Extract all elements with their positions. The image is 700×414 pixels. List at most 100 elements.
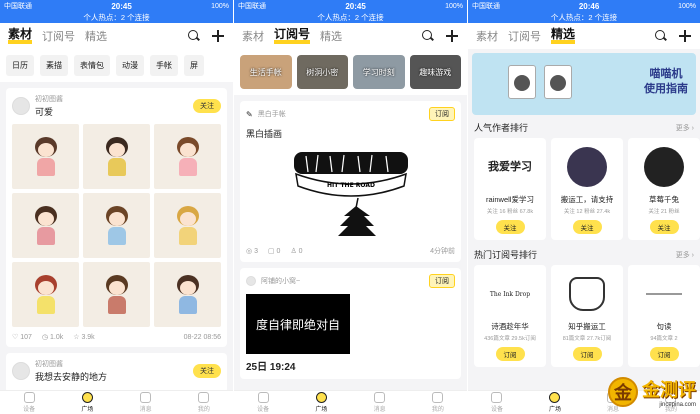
- article-title: 黑白插画: [246, 129, 283, 139]
- screen-subscriptions: 中国联通 20:45 100% 个人热点：2 个连接 素材 订阅号 精选 生活手…: [234, 0, 467, 414]
- collect-count[interactable]: ♙ 0: [290, 247, 302, 255]
- tab-material[interactable]: 素材: [242, 28, 264, 44]
- tab-square[interactable]: 广场: [81, 392, 93, 413]
- post-date: 08-22 08:56: [183, 333, 221, 341]
- subscriptions-list[interactable]: The Ink Drop 诗酒趁年华 436篇文章 29.5k订阅 订阅 知乎搬…: [468, 265, 700, 367]
- subscribe-button[interactable]: 订阅: [429, 107, 455, 121]
- coin-logo-icon: 金: [608, 377, 638, 407]
- follow-button[interactable]: 关注: [193, 364, 221, 378]
- plus-icon[interactable]: [678, 29, 692, 43]
- post-title: 可爱: [35, 107, 54, 117]
- chip-anime[interactable]: 动漫: [116, 55, 144, 76]
- subscribe-button[interactable]: 订阅: [572, 347, 602, 361]
- promo-banner[interactable]: 喵喵机 使用指南: [472, 53, 696, 115]
- carrier: 中国联通: [4, 3, 32, 10]
- writer-card[interactable]: 草莓千兔 关注 21 粉丝 关注: [628, 138, 700, 240]
- category-life-journal[interactable]: 生活手帐: [240, 55, 292, 89]
- avatar[interactable]: [246, 276, 256, 286]
- carrier: 中国联通: [472, 3, 500, 10]
- tab-featured[interactable]: 精选: [551, 28, 576, 44]
- search-icon[interactable]: [421, 29, 435, 43]
- view-count: ◷ 1.0k: [41, 334, 64, 341]
- sticker-image[interactable]: [154, 193, 221, 258]
- square-icon: [315, 392, 327, 403]
- tab-devices[interactable]: 设备: [257, 392, 269, 413]
- illustration-image[interactable]: HIT THE ROAD: [246, 144, 455, 240]
- plus-icon[interactable]: [211, 29, 225, 43]
- subscribe-button[interactable]: 订阅: [429, 274, 455, 288]
- tab-square[interactable]: 广场: [315, 392, 327, 413]
- chip-more[interactable]: 屏: [184, 55, 204, 76]
- like-count[interactable]: ♡ 107: [12, 333, 32, 341]
- writer-stats: 关注 12 粉丝 27.4k: [563, 209, 611, 215]
- tab-square[interactable]: 广场: [549, 392, 561, 413]
- chip-calendar[interactable]: 日历: [6, 55, 34, 76]
- category-chips: 日历 素描 表情包 动漫 手帐 屏: [0, 49, 233, 82]
- clock: 20:45: [111, 1, 132, 11]
- sticker-image[interactable]: [154, 262, 221, 327]
- sticker-image[interactable]: [154, 124, 221, 189]
- tab-profile[interactable]: 我的: [432, 392, 444, 413]
- search-icon[interactable]: [187, 29, 201, 43]
- subscription-rank-card[interactable]: 知乎搬运工 81篇文章 27.7k订阅 订阅: [551, 265, 623, 367]
- writer-name: 草莓千兔: [649, 195, 679, 204]
- subscribe-button[interactable]: 订阅: [495, 347, 525, 361]
- category-tree-hole[interactable]: 树洞小密: [296, 55, 348, 89]
- avatar[interactable]: [12, 97, 30, 115]
- category-study-time[interactable]: 学习时刻: [353, 55, 405, 89]
- like-count[interactable]: ◎ 3: [246, 247, 258, 255]
- follow-button[interactable]: 关注: [495, 220, 525, 234]
- chip-journal[interactable]: 手帐: [150, 55, 178, 76]
- status-bar: 中国联通 20:45 100%: [234, 0, 467, 12]
- writer-card[interactable]: 我爱学习 rainwell爱学习 关注 16 粉丝 67.8k 关注: [474, 138, 546, 240]
- tab-devices[interactable]: 设备: [491, 392, 503, 413]
- more-link[interactable]: 更多 ›: [676, 250, 694, 260]
- sticker-image[interactable]: [83, 193, 150, 258]
- tab-featured[interactable]: 精选: [320, 28, 342, 44]
- comment-count[interactable]: ▢ 0: [268, 247, 280, 255]
- follow-button[interactable]: 关注: [572, 220, 602, 234]
- subscribe-button[interactable]: 订阅: [649, 347, 679, 361]
- tab-messages[interactable]: 消息: [140, 392, 152, 413]
- collect-count[interactable]: ☆ 3.9k: [73, 333, 94, 341]
- tab-subscriptions[interactable]: 订阅号: [42, 28, 75, 44]
- avatar[interactable]: [12, 362, 30, 380]
- tab-messages[interactable]: 消息: [374, 392, 386, 413]
- plus-icon[interactable]: [445, 29, 459, 43]
- sticker-image[interactable]: [83, 262, 150, 327]
- follow-button[interactable]: 关注: [193, 99, 221, 113]
- sticker-image[interactable]: [12, 262, 79, 327]
- sticker-image[interactable]: [12, 193, 79, 258]
- sticker-image[interactable]: [12, 124, 79, 189]
- post-card[interactable]: 初初图酱 我想去安静的地方 关注: [6, 353, 227, 393]
- tab-devices[interactable]: 设备: [23, 392, 35, 413]
- writer-card[interactable]: 搬运工，请支持 关注 12 粉丝 27.4k 关注: [551, 138, 623, 240]
- more-link[interactable]: 更多 ›: [676, 123, 694, 133]
- article-cover[interactable]: 度自律即绝对自: [246, 294, 350, 354]
- subscription-card[interactable]: 阿铺的小窝~ 订阅 度自律即绝对自 25日 19:24: [240, 268, 461, 379]
- subscription-rank-card[interactable]: 句读 94篇文章 2 订阅: [628, 265, 700, 367]
- watermark-url: jincepina.com: [659, 402, 696, 408]
- tab-profile[interactable]: 我的: [198, 392, 210, 413]
- device-icon: [257, 392, 269, 403]
- tab-subscriptions[interactable]: 订阅号: [274, 28, 311, 44]
- tab-material[interactable]: 素材: [476, 28, 498, 44]
- status-bar: 中国联通 20:46 100%: [468, 0, 700, 12]
- subscription-card[interactable]: ✎ 黑白手帐 订阅 黑白插画 HIT THE ROAD ◎ 3 ▢ 0 ♙ 0 …: [240, 101, 461, 262]
- tab-material[interactable]: 素材: [8, 28, 33, 44]
- sticker-image[interactable]: [83, 124, 150, 189]
- top-nav: 素材 订阅号 精选: [468, 23, 700, 49]
- tab-featured[interactable]: 精选: [85, 28, 107, 44]
- screen-material: 中国联通 20:45 100% 个人热点：2 个连接 素材 订阅号 精选 日历 …: [0, 0, 233, 414]
- pen-icon: ✎: [246, 109, 253, 119]
- follow-button[interactable]: 关注: [649, 220, 679, 234]
- chip-stickers[interactable]: 表情包: [74, 55, 110, 76]
- carrier: 中国联通: [238, 3, 266, 10]
- chip-sketch[interactable]: 素描: [40, 55, 68, 76]
- writers-list[interactable]: 我爱学习 rainwell爱学习 关注 16 粉丝 67.8k 关注 搬运工，请…: [468, 138, 700, 240]
- search-icon[interactable]: [654, 29, 668, 43]
- category-fun-games[interactable]: 趣味游戏: [409, 55, 461, 89]
- tab-subscriptions[interactable]: 订阅号: [508, 28, 541, 44]
- subscription-rank-card[interactable]: The Ink Drop 诗酒趁年华 436篇文章 29.5k订阅 订阅: [474, 265, 546, 367]
- post-card[interactable]: 初初图酱 可爱 关注 ♡ 107 ◷ 1.0k ☆ 3.9k 08-22 08:…: [6, 88, 227, 347]
